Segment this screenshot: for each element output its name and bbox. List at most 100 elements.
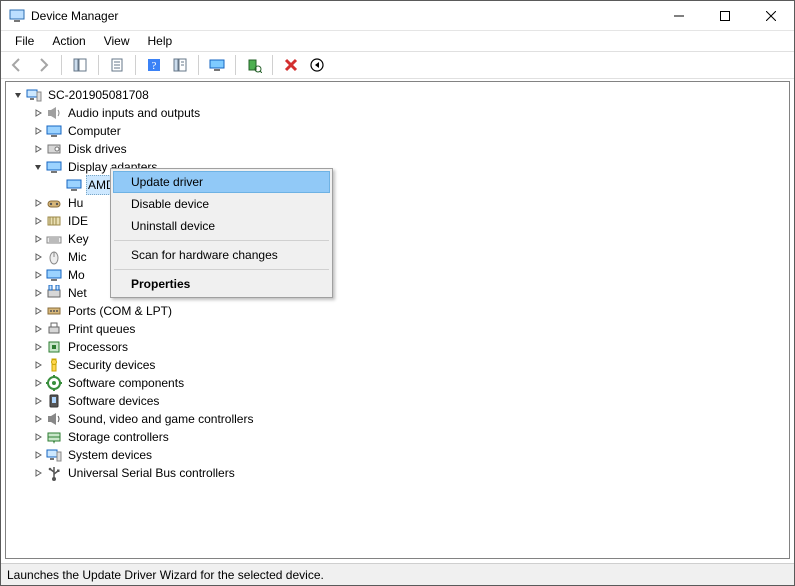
twisty-collapsed-icon[interactable]: [30, 141, 46, 157]
tree-category-label: Ports (COM & LPT): [66, 302, 174, 320]
tree-root-label: SC-201905081708: [46, 86, 151, 104]
twisty-expanded-icon[interactable]: [10, 87, 26, 103]
computer-root-icon: [26, 87, 42, 103]
toolbar-help-button[interactable]: ?: [142, 54, 166, 76]
tree-category-label: Mic: [66, 248, 89, 266]
menu-action[interactable]: Action: [44, 32, 93, 50]
cpu-icon: [46, 339, 62, 355]
maximize-button[interactable]: [702, 1, 748, 31]
twisty-collapsed-icon[interactable]: [30, 321, 46, 337]
system-icon: [46, 447, 62, 463]
twisty-collapsed-icon[interactable]: [30, 303, 46, 319]
swdev-icon: [46, 393, 62, 409]
toolbar-back-button[interactable]: [5, 54, 29, 76]
twisty-collapsed-icon[interactable]: [30, 357, 46, 373]
tree-category[interactable]: Universal Serial Bus controllers: [10, 464, 789, 482]
twisty-collapsed-icon[interactable]: [30, 429, 46, 445]
toolbar-monitor-button[interactable]: [205, 54, 229, 76]
tree-root[interactable]: SC-201905081708: [10, 86, 789, 104]
twisty-expanded-icon[interactable]: [30, 159, 46, 175]
toolbar-scan-hardware-button[interactable]: [242, 54, 266, 76]
twisty-collapsed-icon[interactable]: [30, 447, 46, 463]
menubar: File Action View Help: [1, 31, 794, 51]
twisty-collapsed-icon[interactable]: [30, 411, 46, 427]
tree-category[interactable]: Audio inputs and outputs: [10, 104, 789, 122]
context-menu-item[interactable]: Disable device: [113, 193, 330, 215]
twisty-collapsed-icon[interactable]: [30, 465, 46, 481]
window-title: Device Manager: [31, 9, 656, 23]
monitor-icon: [46, 267, 62, 283]
context-menu-item[interactable]: Uninstall device: [113, 215, 330, 237]
port-icon: [46, 303, 62, 319]
tree-category[interactable]: Storage controllers: [10, 428, 789, 446]
close-button[interactable]: [748, 1, 794, 31]
security-icon: [46, 357, 62, 373]
disk-icon: [46, 141, 62, 157]
tree-category[interactable]: Ports (COM & LPT): [10, 302, 789, 320]
printer-icon: [46, 321, 62, 337]
twisty-collapsed-icon[interactable]: [30, 393, 46, 409]
tree-category-label: Computer: [66, 122, 123, 140]
app-icon: [9, 8, 25, 24]
toolbar-properties-button[interactable]: [105, 54, 129, 76]
context-menu-item[interactable]: Properties: [113, 273, 330, 295]
sw-icon: [46, 375, 62, 391]
tree-category-label: Storage controllers: [66, 428, 171, 446]
hid-icon: [46, 195, 62, 211]
device-tree[interactable]: SC-201905081708Audio inputs and outputsC…: [5, 81, 790, 559]
tree-category-label: Key: [66, 230, 91, 248]
toolbar-action-options-button[interactable]: [168, 54, 192, 76]
minimize-button[interactable]: [656, 1, 702, 31]
twisty-collapsed-icon[interactable]: [30, 195, 46, 211]
toolbar-separator: [198, 55, 199, 75]
monitor-icon: [46, 123, 62, 139]
titlebar: Device Manager: [1, 1, 794, 31]
twisty-collapsed-icon[interactable]: [30, 267, 46, 283]
menu-file[interactable]: File: [7, 32, 42, 50]
tree-category[interactable]: Software devices: [10, 392, 789, 410]
statusbar: Launches the Update Driver Wizard for th…: [1, 563, 794, 585]
toolbar-separator: [272, 55, 273, 75]
twisty-collapsed-icon[interactable]: [30, 123, 46, 139]
speaker-icon: [46, 105, 62, 121]
tree-category-label: Software components: [66, 374, 186, 392]
tree-category[interactable]: Computer: [10, 122, 789, 140]
toolbar-enable-disable-button[interactable]: [305, 54, 329, 76]
tree-category[interactable]: System devices: [10, 446, 789, 464]
tree-category-label: Mo: [66, 266, 87, 284]
menu-help[interactable]: Help: [140, 32, 181, 50]
svg-text:?: ?: [152, 60, 157, 72]
twisty-collapsed-icon[interactable]: [30, 375, 46, 391]
tree-category[interactable]: Disk drives: [10, 140, 789, 158]
monitor-icon: [66, 177, 82, 193]
tree-category-label: Universal Serial Bus controllers: [66, 464, 237, 482]
tree-category-label: Disk drives: [66, 140, 129, 158]
twisty-collapsed-icon[interactable]: [30, 249, 46, 265]
ide-icon: [46, 213, 62, 229]
twisty-collapsed-icon[interactable]: [30, 339, 46, 355]
tree-category[interactable]: Sound, video and game controllers: [10, 410, 789, 428]
storage-icon: [46, 429, 62, 445]
tree-category-label: Security devices: [66, 356, 157, 374]
context-menu-item[interactable]: Scan for hardware changes: [113, 244, 330, 266]
tree-category[interactable]: Print queues: [10, 320, 789, 338]
twisty-collapsed-icon[interactable]: [30, 213, 46, 229]
twisty-collapsed-icon[interactable]: [30, 231, 46, 247]
menu-view[interactable]: View: [96, 32, 138, 50]
toolbar-show-hide-button[interactable]: [68, 54, 92, 76]
context-menu-separator: [114, 240, 329, 241]
net-icon: [46, 285, 62, 301]
toolbar-uninstall-button[interactable]: [279, 54, 303, 76]
twisty-collapsed-icon[interactable]: [30, 285, 46, 301]
keyboard-icon: [46, 231, 62, 247]
toolbar-forward-button[interactable]: [31, 54, 55, 76]
tree-category[interactable]: Security devices: [10, 356, 789, 374]
tree-category-label: Software devices: [66, 392, 161, 410]
tree-category[interactable]: Processors: [10, 338, 789, 356]
statusbar-text: Launches the Update Driver Wizard for th…: [7, 568, 324, 582]
tree-category-label: Hu: [66, 194, 85, 212]
context-menu-item[interactable]: Update driver: [113, 171, 330, 193]
twisty-collapsed-icon[interactable]: [30, 105, 46, 121]
tree-category[interactable]: Software components: [10, 374, 789, 392]
twisty-none: [50, 177, 66, 193]
